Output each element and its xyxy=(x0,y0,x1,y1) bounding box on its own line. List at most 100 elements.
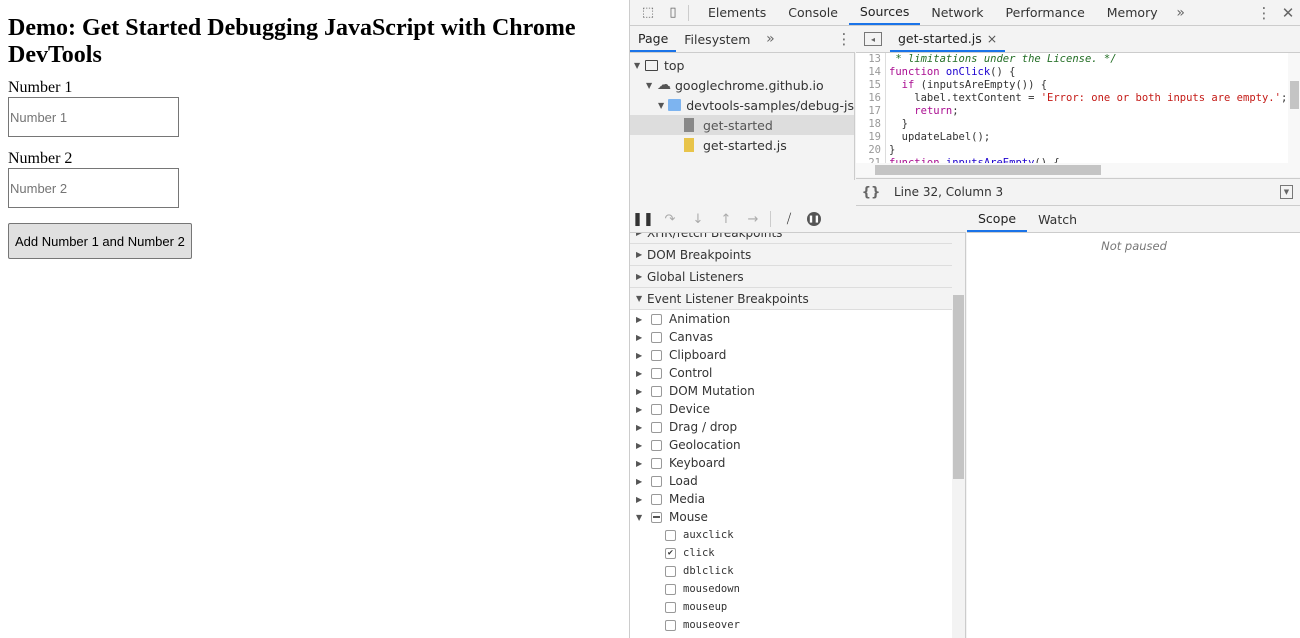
checkbox[interactable] xyxy=(651,511,662,523)
event-item[interactable]: auxclick xyxy=(630,526,952,544)
line-number[interactable]: 17 xyxy=(856,105,886,118)
event-category[interactable]: ▶ Canvas xyxy=(630,328,952,346)
checkbox[interactable] xyxy=(651,421,662,433)
section-global-listeners[interactable]: ▶ Global Listeners xyxy=(630,266,952,288)
tree-item-domain[interactable]: ▼ ☁ googlechrome.github.io xyxy=(630,75,854,95)
pause-icon[interactable]: ❚❚ xyxy=(630,212,656,227)
checkbox[interactable] xyxy=(651,457,662,469)
line-number[interactable]: 18 xyxy=(856,118,886,131)
navigator-menu-icon[interactable]: ⋮ xyxy=(833,30,855,48)
tree-item-top[interactable]: ▼ top xyxy=(630,55,854,75)
event-item[interactable]: ✔ click xyxy=(630,544,952,562)
tree-item-get-started[interactable]: get-started xyxy=(630,115,854,135)
event-category[interactable]: ▶ Load xyxy=(630,472,952,490)
section-event-listener-breakpoints[interactable]: ▼ Event Listener Breakpoints xyxy=(630,288,952,310)
checkbox[interactable] xyxy=(665,583,676,595)
devtools: ⬚ ▯ Elements Console Sources Network Perform… xyxy=(629,0,1300,638)
checkbox[interactable]: ✔ xyxy=(665,547,676,559)
main-toolbar: ⬚ ▯ Elements Console Sources Network Perform… xyxy=(630,0,1300,26)
checkbox[interactable] xyxy=(651,367,662,379)
section-xhr-fetch-breakpoints[interactable]: ▶XHR/fetch Breakpoints xyxy=(630,233,952,244)
event-category[interactable]: ▶ Drag / drop xyxy=(630,418,952,436)
event-category[interactable]: ▼ Mouse xyxy=(630,508,952,526)
step-out-icon[interactable]: ↑ xyxy=(712,212,740,227)
event-item[interactable]: dblclick xyxy=(630,562,952,580)
tree-item-folder[interactable]: ▼ devtools-samples/debug-js xyxy=(630,95,854,115)
checkbox[interactable] xyxy=(651,385,662,397)
event-label: mouseup xyxy=(683,601,728,613)
toggle-navigator-icon[interactable]: ◂ xyxy=(864,32,882,46)
tab-page[interactable]: Page xyxy=(630,26,677,52)
code-editor[interactable]: 13 * limitations under the License. */14… xyxy=(856,53,1288,163)
event-category[interactable]: ▶ DOM Mutation xyxy=(630,382,952,400)
collapsed-triangle-icon: ▶ xyxy=(636,440,643,450)
step-icon[interactable]: → xyxy=(740,212,766,227)
device-toolbar-icon[interactable]: ▯ xyxy=(662,5,684,20)
checkbox[interactable] xyxy=(651,331,662,343)
event-category[interactable]: ▶ Clipboard xyxy=(630,346,952,364)
more-tabs-icon[interactable]: » xyxy=(1169,5,1193,21)
event-category[interactable]: ▶ Keyboard xyxy=(630,454,952,472)
checkbox[interactable] xyxy=(651,493,662,505)
checkbox[interactable] xyxy=(665,565,676,577)
page-title: Demo: Get Started Debugging JavaScript w… xyxy=(8,15,576,68)
pretty-print-icon[interactable]: {} xyxy=(856,185,886,200)
checkbox[interactable] xyxy=(651,475,662,487)
editor-tab-get-started-js[interactable]: get-started.js × xyxy=(890,26,1006,52)
vertical-scrollbar[interactable] xyxy=(1288,53,1300,163)
tree-item-get-started-js[interactable]: get-started.js xyxy=(630,135,854,155)
event-item[interactable]: mousedown xyxy=(630,580,952,598)
close-tab-icon[interactable]: × xyxy=(987,31,997,46)
checkbox[interactable] xyxy=(665,601,676,613)
tab-filesystem[interactable]: Filesystem xyxy=(676,26,758,52)
code-text: label.textContent = 'Error: one or both … xyxy=(889,92,1288,104)
tab-performance[interactable]: Performance xyxy=(995,0,1096,25)
section-dom-breakpoints[interactable]: ▶ DOM Breakpoints xyxy=(630,244,952,266)
event-category[interactable]: ▶ Media xyxy=(630,490,952,508)
event-category[interactable]: ▶ Device xyxy=(630,400,952,418)
line-number[interactable]: 13 xyxy=(856,53,886,66)
event-category[interactable]: ▶ Animation xyxy=(630,310,952,328)
event-label: mousedown xyxy=(683,583,740,595)
line-number[interactable]: 15 xyxy=(856,79,886,92)
breakpoints-scrollbar[interactable] xyxy=(952,233,966,638)
number2-input[interactable]: Number 2 xyxy=(8,168,179,208)
event-category-label: DOM Mutation xyxy=(669,384,755,398)
inspect-element-icon[interactable]: ⬚ xyxy=(634,5,662,20)
toggle-debugger-icon[interactable]: ▼ xyxy=(1280,185,1293,199)
tab-sources[interactable]: Sources xyxy=(848,0,921,25)
tab-console[interactable]: Console xyxy=(777,0,849,25)
code-line: 14 function onClick() { xyxy=(856,66,1288,79)
line-number[interactable]: 20 xyxy=(856,144,886,157)
checkbox[interactable] xyxy=(651,403,662,415)
checkbox[interactable] xyxy=(651,349,662,361)
tab-memory[interactable]: Memory xyxy=(1096,0,1169,25)
tab-network[interactable]: Network xyxy=(920,0,994,25)
checkbox[interactable] xyxy=(651,313,662,325)
line-number[interactable]: 16 xyxy=(856,92,886,105)
event-item[interactable]: mouseup xyxy=(630,598,952,616)
deactivate-breakpoints-icon[interactable]: ⧸ xyxy=(775,212,803,227)
event-item[interactable]: mouseover xyxy=(630,616,952,634)
line-number[interactable]: 14 xyxy=(856,66,886,79)
number1-input[interactable]: Number 1 xyxy=(8,97,179,137)
checkbox[interactable] xyxy=(651,439,662,451)
step-into-icon[interactable]: ↓ xyxy=(684,212,712,227)
menu-kebab-icon[interactable]: ⋮ xyxy=(1253,4,1275,22)
tab-elements[interactable]: Elements xyxy=(697,0,777,25)
more-tabs-icon[interactable]: » xyxy=(758,31,782,47)
tab-watch[interactable]: Watch xyxy=(1027,206,1088,232)
add-button[interactable]: Add Number 1 and Number 2 xyxy=(8,223,192,259)
tab-scope[interactable]: Scope xyxy=(967,206,1028,232)
step-over-icon[interactable]: ↷ xyxy=(656,212,684,227)
line-number[interactable]: 19 xyxy=(856,131,886,144)
checkbox[interactable] xyxy=(665,529,676,541)
js-file-icon xyxy=(684,138,694,152)
checkbox[interactable] xyxy=(665,619,676,631)
pause-on-exceptions-icon[interactable]: ❚❚ xyxy=(807,212,821,226)
event-category[interactable]: ▶ Control xyxy=(630,364,952,382)
close-icon[interactable]: ✕ xyxy=(1275,4,1300,22)
event-category[interactable]: ▶ Geolocation xyxy=(630,436,952,454)
code-line: 15 if (inputsAreEmpty()) { xyxy=(856,79,1288,92)
horizontal-scrollbar[interactable] xyxy=(856,163,1300,177)
